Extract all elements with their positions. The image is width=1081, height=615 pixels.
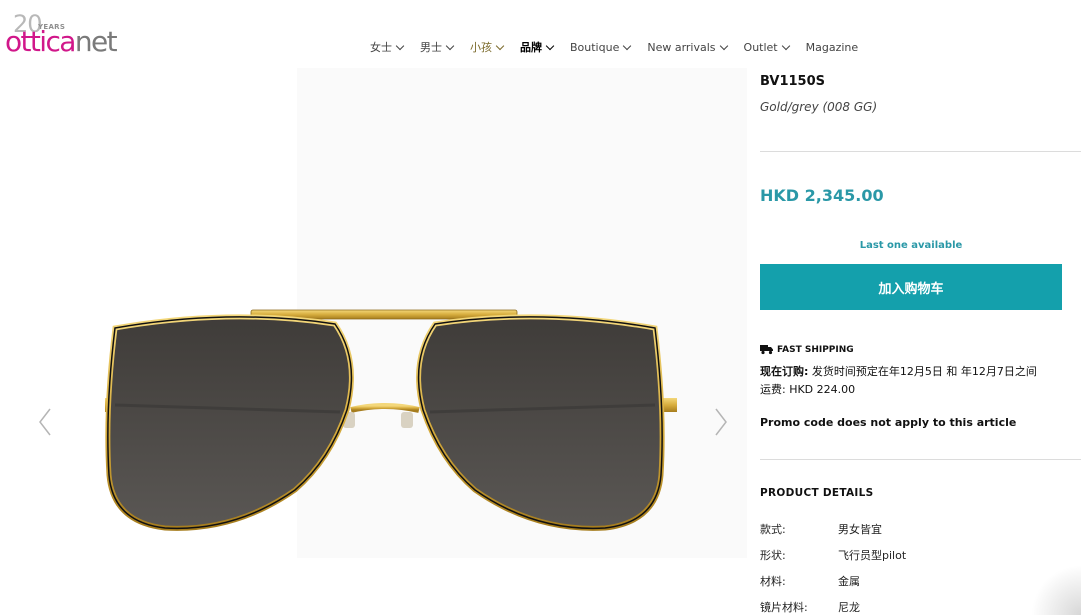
chevron-down-icon bbox=[395, 41, 405, 50]
main-nav: 女士 男士 小孩 品牌 Boutique New arrivals Outlet… bbox=[370, 39, 875, 55]
product-model: BV1150S bbox=[760, 74, 825, 89]
chevron-down-icon bbox=[781, 41, 790, 50]
product-details-title: PRODUCT DETAILS bbox=[760, 487, 874, 499]
nav-item-women[interactable]: 女士 bbox=[370, 39, 405, 55]
nav-label: New arrivals bbox=[647, 40, 716, 54]
nav-item-boutique[interactable]: Boutique bbox=[570, 40, 632, 54]
shipping-cost: 运费: HKD 224.00 bbox=[760, 383, 856, 396]
logo-brand-net: net bbox=[74, 25, 118, 58]
nav-label: 品牌 bbox=[520, 41, 542, 54]
chevron-right-icon[interactable] bbox=[714, 408, 728, 436]
detail-key: 款式: bbox=[760, 523, 786, 536]
delivery-window: 发货时间预定在年12月5日 和 年12月7日之间 bbox=[808, 365, 1037, 378]
site-logo[interactable]: 20 YEARS otticanet bbox=[5, 10, 140, 60]
detail-value: 尼龙 bbox=[838, 601, 860, 614]
detail-key: 形状: bbox=[760, 549, 786, 562]
product-variant: Gold/grey (008 GG) bbox=[760, 100, 878, 114]
detail-key: 材料: bbox=[760, 575, 786, 588]
chevron-down-icon bbox=[495, 41, 505, 50]
truck-icon bbox=[760, 345, 773, 355]
nav-label: 男士 bbox=[420, 41, 442, 54]
chevron-down-icon bbox=[445, 41, 455, 50]
promo-notice: Promo code does not apply to this articl… bbox=[760, 416, 1017, 429]
delivery-estimate: 现在订购: 发货时间预定在年12月5日 和 年12月7日之间 bbox=[760, 363, 1037, 379]
nav-label: 女士 bbox=[370, 41, 392, 54]
chevron-down-icon bbox=[719, 41, 728, 50]
divider bbox=[760, 151, 1081, 152]
divider bbox=[760, 459, 1081, 460]
chevron-down-icon bbox=[545, 41, 555, 50]
chevron-down-icon bbox=[623, 41, 632, 50]
nav-item-new-arrivals[interactable]: New arrivals bbox=[647, 40, 728, 54]
detail-value: 男女皆宜 bbox=[838, 523, 882, 536]
fast-shipping-heading: FAST SHIPPING bbox=[760, 344, 854, 355]
order-now-label: 现在订购: bbox=[760, 365, 809, 378]
stock-status: Last one available bbox=[859, 240, 963, 251]
nav-item-outlet[interactable]: Outlet bbox=[743, 40, 790, 54]
detail-value: 飞行员型pilot bbox=[838, 549, 907, 562]
nav-item-men[interactable]: 男士 bbox=[420, 39, 455, 55]
nav-item-kids[interactable]: 小孩 bbox=[470, 39, 505, 55]
add-to-cart-button[interactable]: 加入购物车 bbox=[760, 264, 1062, 310]
nav-label: Outlet bbox=[743, 40, 778, 54]
nav-item-magazine[interactable]: Magazine bbox=[806, 41, 859, 54]
logo-wordmark: otticanet bbox=[5, 25, 118, 58]
product-price: HKD 2,345.00 bbox=[760, 186, 884, 205]
nav-label: Boutique bbox=[570, 40, 620, 54]
corner-shadow bbox=[1031, 565, 1081, 615]
nav-item-brands[interactable]: 品牌 bbox=[520, 39, 555, 55]
fast-shipping-label: FAST SHIPPING bbox=[777, 344, 854, 355]
detail-key: 镜片材料: bbox=[760, 601, 808, 614]
chevron-left-icon[interactable] bbox=[38, 408, 52, 436]
nav-label: Magazine bbox=[805, 40, 859, 54]
logo-brand-ottica: ottica bbox=[5, 25, 76, 58]
detail-value: 金属 bbox=[838, 575, 860, 588]
product-image-sunglasses[interactable] bbox=[85, 300, 685, 540]
nav-label: 小孩 bbox=[470, 41, 492, 54]
